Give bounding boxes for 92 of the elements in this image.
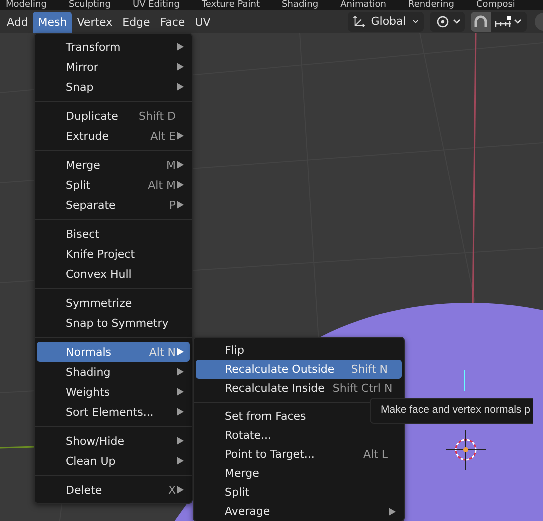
- increment-icon: [494, 14, 524, 28]
- menu-item-label: Symmetrize: [66, 296, 134, 310]
- menu-item-label: Merge: [66, 158, 102, 172]
- menu-item-label: Rotate...: [225, 429, 273, 442]
- menu-item[interactable]: Transform: [37, 37, 190, 57]
- menu-item[interactable]: Convex Hull: [37, 264, 190, 284]
- menu-item-label: Point to Target...: [225, 448, 316, 461]
- menu-item-label: Bisect: [66, 228, 100, 240]
- menu-item[interactable]: Split: [196, 483, 402, 502]
- menu-item[interactable]: Normals Alt N: [37, 342, 190, 362]
- menu-item[interactable]: Weights: [37, 382, 190, 402]
- menu-item-label: Delete: [66, 484, 104, 496]
- menu-item-label: Duplicate: [66, 110, 120, 122]
- menu-item[interactable]: Average: [196, 502, 402, 521]
- menu-item[interactable]: Duplicate Shift D: [37, 106, 190, 126]
- shortcut-label: Alt L: [363, 448, 388, 461]
- header-menu[interactable]: Vertex: [72, 12, 118, 33]
- menu-item-label: Merge: [225, 467, 260, 480]
- header-menu[interactable]: Add: [2, 12, 34, 33]
- menu-item-label: Recalculate Outside: [225, 363, 336, 376]
- shortcut-label: Shift Ctrl N: [332, 382, 393, 395]
- menu-item-label: Recalculate Inside: [225, 382, 325, 395]
- workspace-tab[interactable]: Animation: [340, 0, 386, 10]
- menu-item-label: Shading: [66, 366, 112, 378]
- normal-line: [464, 370, 466, 392]
- menu-item-label: Weights: [66, 386, 112, 398]
- x-axis-line: [0, 446, 36, 449]
- shortcut-label: Shift D: [139, 110, 176, 122]
- workspace-tab[interactable]: Composi: [476, 0, 516, 10]
- menu-item-label: Normals: [66, 346, 113, 358]
- shortcut-label: P: [169, 198, 176, 212]
- chevron-icon: [412, 18, 420, 26]
- menu-item-label: Mirror: [66, 60, 100, 74]
- menu-item[interactable]: Shading: [37, 362, 190, 382]
- menu-item[interactable]: Rotate...: [196, 426, 402, 445]
- menu-item-label: Clean Up: [66, 454, 117, 468]
- menu-item-label: Split: [225, 486, 250, 499]
- menu-item-label: Separate: [66, 198, 117, 212]
- menu-item[interactable]: Knife Project: [37, 244, 190, 264]
- menu-item[interactable]: Symmetrize: [37, 293, 190, 313]
- menu-item[interactable]: Delete X: [37, 480, 190, 500]
- menu-item-label: Sort Elements...: [66, 406, 155, 418]
- menu-item-label: Flip: [225, 344, 246, 357]
- 3d-cursor-icon: [446, 430, 486, 470]
- menu-item[interactable]: Point to Target... Alt L: [196, 445, 402, 464]
- menu-item-label: Knife Project: [66, 248, 136, 260]
- menu-item[interactable]: Separate P: [37, 195, 190, 215]
- shortcut-label: M: [166, 158, 176, 172]
- pivot-icon: [435, 14, 461, 28]
- menu-item[interactable]: Split Alt M: [37, 175, 190, 195]
- header-menu[interactable]: Mesh: [33, 12, 72, 33]
- header-menu[interactable]: Edge: [118, 12, 156, 33]
- menu-item[interactable]: Recalculate Outside Shift N: [196, 360, 402, 379]
- menu-item[interactable]: Mirror: [37, 57, 190, 77]
- menu-item[interactable]: Clean Up: [37, 451, 190, 471]
- pivot-dropdown[interactable]: [430, 12, 465, 32]
- menu-item-label: Snap to Symmetry: [66, 316, 170, 330]
- workspace-tab[interactable]: Shading: [282, 0, 319, 10]
- orientation-dropdown[interactable]: Global: [348, 12, 424, 32]
- workspace-tab[interactable]: Texture Paint: [202, 0, 260, 10]
- shortcut-label: X: [168, 484, 176, 496]
- menu-item-label: Split: [66, 178, 92, 192]
- menu-item-label: Transform: [66, 40, 122, 54]
- workspace-tab[interactable]: Sculpting: [68, 0, 111, 10]
- menu-item[interactable]: Recalculate Inside Shift Ctrl N: [196, 379, 402, 398]
- tooltip: Make face and vertex normals p: [370, 398, 534, 424]
- header-menu[interactable]: Face: [155, 12, 190, 33]
- menu-item-label: Snap: [66, 80, 95, 94]
- menu-item[interactable]: Flip: [196, 341, 402, 360]
- magnet-icon: [473, 14, 489, 30]
- shortcut-label: Alt N: [149, 346, 176, 358]
- workspace-tab[interactable]: Rendering: [408, 0, 454, 10]
- menu-item[interactable]: Merge: [196, 464, 402, 483]
- menu-item-label: Average: [225, 505, 272, 518]
- menu-item[interactable]: Merge M: [37, 155, 190, 175]
- workspace-tab[interactable]: UV Editing: [132, 0, 180, 10]
- menu-item-label: Show/Hide: [66, 434, 126, 448]
- shortcut-label: Shift N: [351, 363, 388, 376]
- snap-toggle[interactable]: [471, 12, 491, 32]
- menu-item[interactable]: Extrude Alt E: [37, 126, 190, 146]
- menu-item-label: Convex Hull: [66, 268, 133, 280]
- menu-item[interactable]: Sort Elements...: [37, 402, 190, 422]
- menu-item[interactable]: Show/Hide: [37, 431, 190, 451]
- shortcut-label: Alt M: [148, 178, 176, 192]
- menu-item[interactable]: Snap to Symmetry: [37, 313, 190, 333]
- header-menu[interactable]: UV: [190, 12, 216, 33]
- menu-item[interactable]: Bisect: [37, 224, 190, 244]
- workspace-tab[interactable]: Modeling: [6, 0, 47, 10]
- menu-item[interactable]: Snap: [37, 77, 190, 97]
- axes-icon: [353, 14, 366, 30]
- shortcut-label: Alt E: [150, 130, 176, 142]
- menu-item-label: Extrude: [66, 130, 110, 142]
